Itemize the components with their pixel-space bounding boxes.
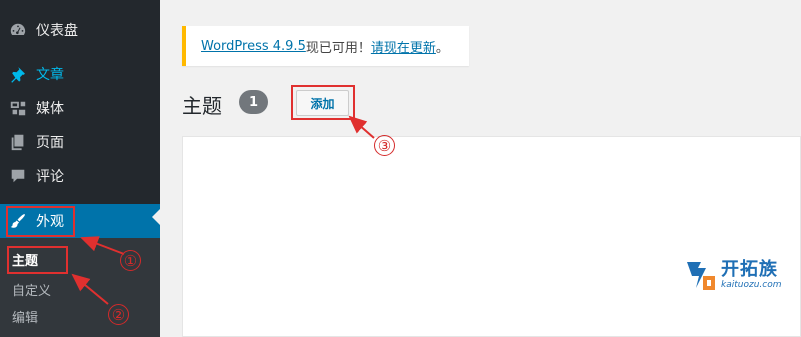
arrow-two [71,273,109,305]
watermark: 开拓族 kaituozu.com [681,253,799,295]
arrow-three [348,115,375,139]
watermark-logo-icon [687,262,715,290]
annotation-number-three: ③ [374,135,395,156]
watermark-domain: kaituozu.com [721,280,782,290]
annotation-number-two: ② [108,304,129,325]
arrow-one [80,236,125,255]
annotation-number-one: ① [120,250,141,271]
watermark-name: 开拓族 [721,259,778,280]
